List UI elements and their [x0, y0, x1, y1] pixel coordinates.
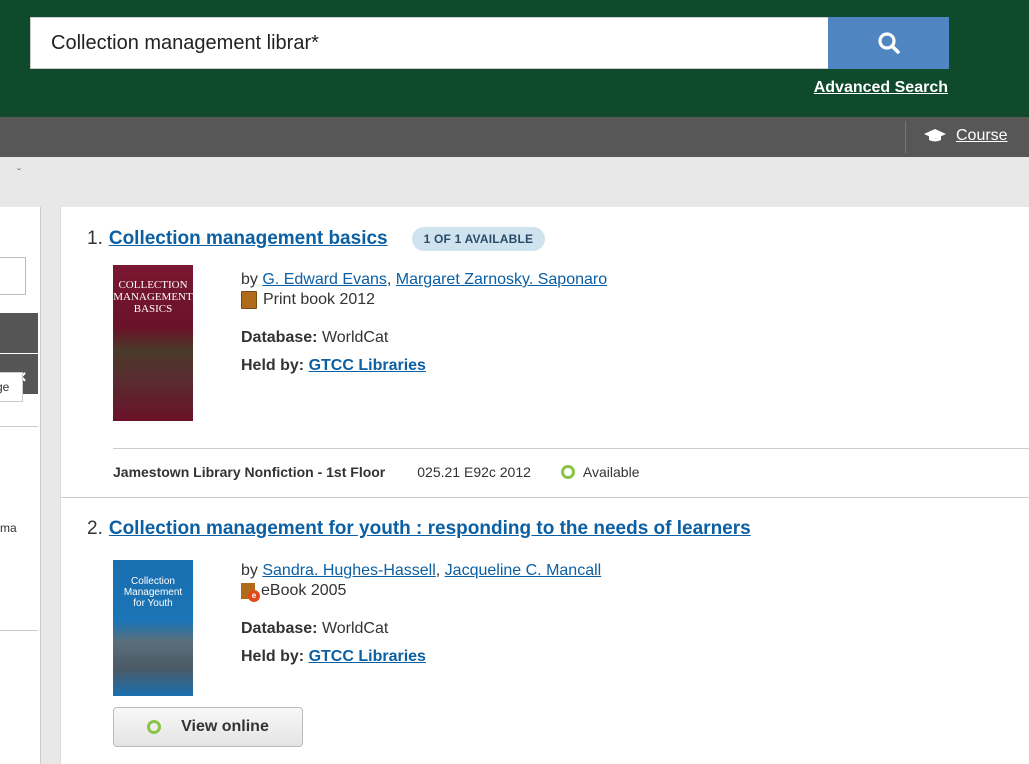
ebook-icon: e	[241, 583, 260, 602]
result-title-link[interactable]: Collection management basics	[109, 228, 388, 250]
format-line: Print book 2012	[241, 291, 607, 309]
print-book-icon	[241, 291, 257, 309]
course-label: Course	[956, 127, 1008, 144]
result-item: 2. Collection management for youth : res…	[61, 498, 1029, 764]
result-number: 2.	[87, 518, 103, 539]
held-by-link[interactable]: GTCC Libraries	[309, 648, 426, 665]
header-bar: Advanced Search	[0, 0, 1029, 117]
result-meta: by G. Edward Evans, Margaret Zarnosky. S…	[241, 271, 607, 375]
held-by-label: Held by:	[241, 648, 305, 665]
format-text: eBook 2005	[261, 582, 347, 599]
sidebar-text: rma	[0, 521, 17, 535]
view-online-button[interactable]: View online	[113, 707, 303, 747]
database-line: Database: WorldCat	[241, 329, 607, 347]
result-title-line: 2. Collection management for youth : res…	[87, 518, 751, 540]
database-label: Database:	[241, 620, 318, 637]
view-online-label: View online	[181, 718, 269, 735]
available-circle-icon	[560, 464, 575, 479]
by-prefix: by	[241, 271, 258, 288]
result-item: 1. Collection management basics 1 OF 1 A…	[61, 207, 1029, 498]
sidebar-tab[interactable]: ge	[0, 372, 23, 402]
author-link[interactable]: G. Edward Evans	[262, 271, 387, 288]
available-circle-icon	[147, 720, 162, 734]
author-link[interactable]: Jacqueline C. Mancall	[445, 562, 602, 579]
book-cover[interactable]: COLLECTION MANAGEMENT BASICS	[113, 265, 193, 421]
by-prefix: by	[241, 562, 258, 579]
byline: by Sandra. Hughes-Hassell, Jacqueline C.…	[241, 562, 602, 579]
holding-location: Jamestown Library Nonfiction - 1st Floor	[113, 463, 386, 480]
search-button[interactable]	[828, 17, 949, 69]
call-number: 025.21 E92c 2012	[417, 463, 531, 480]
holding-status: Available	[560, 463, 640, 480]
toolbar-strip	[0, 157, 1029, 207]
byline: by G. Edward Evans, Margaret Zarnosky. S…	[241, 271, 608, 288]
course-link[interactable]: Course	[924, 127, 1008, 145]
database-line: Database: WorldCat	[241, 620, 601, 638]
author-link[interactable]: Margaret Zarnosky. Saponaro	[396, 271, 607, 288]
result-title-line: 1. Collection management basics 1 OF 1 A…	[87, 227, 546, 251]
database-value: WorldCat	[321, 329, 389, 346]
holding-row: Jamestown Library Nonfiction - 1st Floor…	[113, 448, 1029, 484]
book-cover[interactable]: Collection Management for Youth	[113, 560, 193, 696]
result-meta: by Sandra. Hughes-Hassell, Jacqueline C.…	[241, 562, 601, 666]
format-text: Print book 2012	[263, 291, 376, 308]
search-input[interactable]	[30, 17, 828, 69]
divider	[0, 426, 38, 427]
nav-divider	[905, 121, 906, 153]
results-list: 1. Collection management basics 1 OF 1 A…	[60, 207, 1029, 764]
sidebar-dark-block	[0, 313, 38, 353]
graduation-cap-icon	[924, 129, 946, 142]
database-value: WorldCat	[321, 620, 389, 637]
result-title-link[interactable]: Collection management for youth : respon…	[109, 518, 751, 540]
result-number: 1.	[87, 228, 103, 249]
held-by-line: Held by: GTCC Libraries	[241, 357, 607, 375]
cover-title: COLLECTION MANAGEMENT BASICS	[113, 279, 193, 315]
availability-badge: 1 OF 1 AVAILABLE	[411, 227, 546, 251]
author-link[interactable]: Sandra. Hughes-Hassell	[262, 562, 435, 579]
format-line: e eBook 2005	[241, 582, 601, 602]
held-by-line: Held by: GTCC Libraries	[241, 648, 601, 666]
search-icon	[877, 32, 900, 54]
status-text: Available	[582, 463, 640, 480]
cover-title: Collection Management for Youth	[123, 576, 183, 609]
sidebar-input[interactable]	[0, 257, 26, 295]
caret-icon: ˇ	[17, 166, 21, 180]
divider	[0, 630, 38, 631]
nav-bar: Course	[0, 117, 1029, 157]
search-form	[30, 17, 949, 69]
advanced-search-link[interactable]: Advanced Search	[814, 79, 948, 97]
database-label: Database:	[241, 329, 318, 346]
held-by-link[interactable]: GTCC Libraries	[309, 357, 426, 374]
facet-sidebar: × ge rma	[0, 207, 41, 764]
held-by-label: Held by:	[241, 357, 305, 374]
